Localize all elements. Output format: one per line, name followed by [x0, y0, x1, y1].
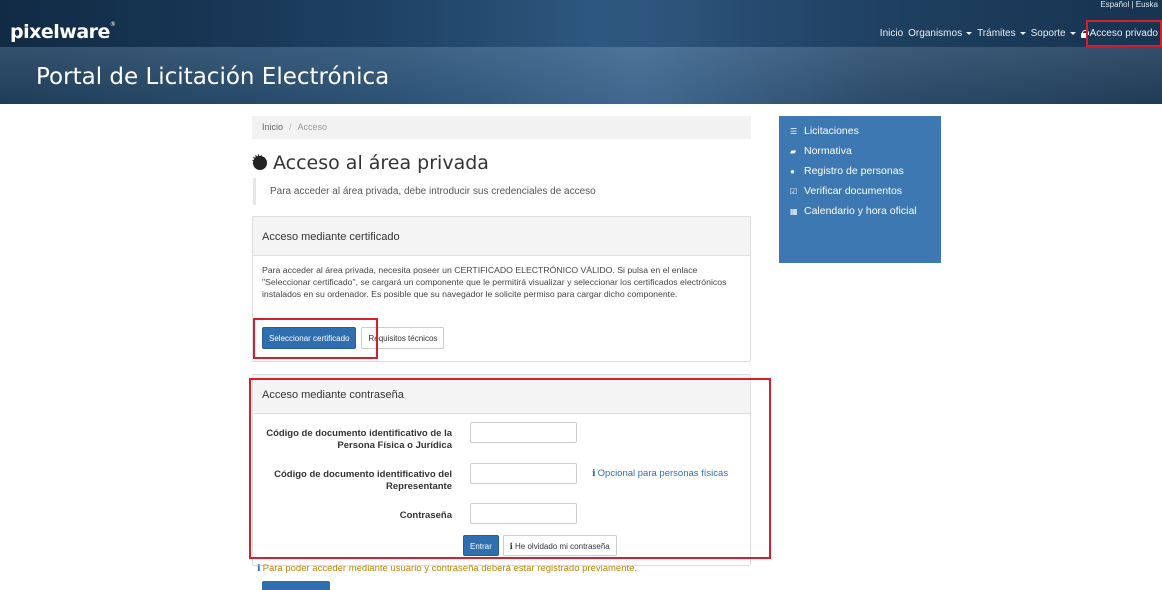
- registration-note-text: Para poder acceder mediante usuario y co…: [262, 563, 638, 574]
- registration-note: i Para poder acceder mediante usuario y …: [257, 563, 637, 574]
- list-icon: ☰: [790, 127, 798, 136]
- calendar-icon: ▦: [790, 207, 798, 216]
- nav-soporte[interactable]: Soporte: [1031, 28, 1076, 39]
- sidebar-item-registro[interactable]: ● Registro de personas: [790, 166, 930, 177]
- checkbox-icon: ☑: [790, 187, 798, 196]
- info-icon: i: [257, 563, 261, 574]
- chevron-down-icon: [1069, 32, 1076, 35]
- language-switcher[interactable]: Español | Euska: [1100, 0, 1158, 9]
- chevron-down-icon: [1019, 32, 1026, 35]
- register-button[interactable]: [262, 581, 330, 590]
- highlight-box-certificate: [253, 318, 378, 359]
- side-menu: ☰ Licitaciones ▰ Normativa ● Registro de pe…: [779, 116, 941, 263]
- sidebar-item-licitaciones[interactable]: ☰ Licitaciones: [790, 126, 930, 137]
- sidebar-item-normativa[interactable]: ▰ Normativa: [790, 146, 930, 157]
- nav-organismos[interactable]: Organismos: [908, 28, 973, 39]
- page-title: Acceso al área privada: [251, 151, 489, 174]
- pixelware-logo[interactable]: pixelware®: [10, 21, 116, 43]
- site-header: pixelware® Español | Euska Inicio Organi…: [0, 0, 1162, 104]
- page-title-text: Acceso al área privada: [273, 152, 489, 174]
- breadcrumb-separator: /: [289, 122, 292, 132]
- certificate-icon: [251, 151, 267, 172]
- portal-title: Portal de Licitación Electrónica: [36, 64, 390, 90]
- chevron-down-icon: [966, 32, 973, 35]
- sidebar-item-label: Normativa: [804, 145, 852, 157]
- book-icon: ▰: [790, 147, 797, 156]
- breadcrumb: Inicio / Acceso: [252, 116, 751, 139]
- sidebar-item-label: Registro de personas: [804, 165, 904, 177]
- breadcrumb-home[interactable]: Inicio: [262, 122, 283, 133]
- sidebar-item-label: Licitaciones: [804, 125, 859, 137]
- nav-tramites[interactable]: Trámites: [977, 28, 1026, 39]
- sidebar-item-calendario[interactable]: ▦ Calendario y hora oficial: [790, 206, 930, 217]
- highlight-box-password: [249, 378, 771, 559]
- sidebar-item-label: Calendario y hora oficial: [804, 205, 917, 217]
- certificate-panel-body: Para acceder al área privada, necesita p…: [253, 256, 750, 308]
- sidebar-item-verificar[interactable]: ☑ Verificar documentos: [790, 186, 930, 197]
- nav-inicio[interactable]: Inicio: [880, 28, 903, 39]
- user-icon: ●: [790, 167, 795, 176]
- breadcrumb-current: Acceso: [297, 122, 328, 132]
- certificate-panel-heading: Acceso mediante certificado: [253, 217, 750, 256]
- highlight-box-acceso-privado: [1086, 20, 1162, 47]
- lead-text: Para acceder al área privada, debe intro…: [253, 178, 751, 205]
- sidebar-item-label: Verificar documentos: [804, 185, 903, 197]
- certificate-description: Para acceder al área privada, necesita p…: [262, 265, 727, 299]
